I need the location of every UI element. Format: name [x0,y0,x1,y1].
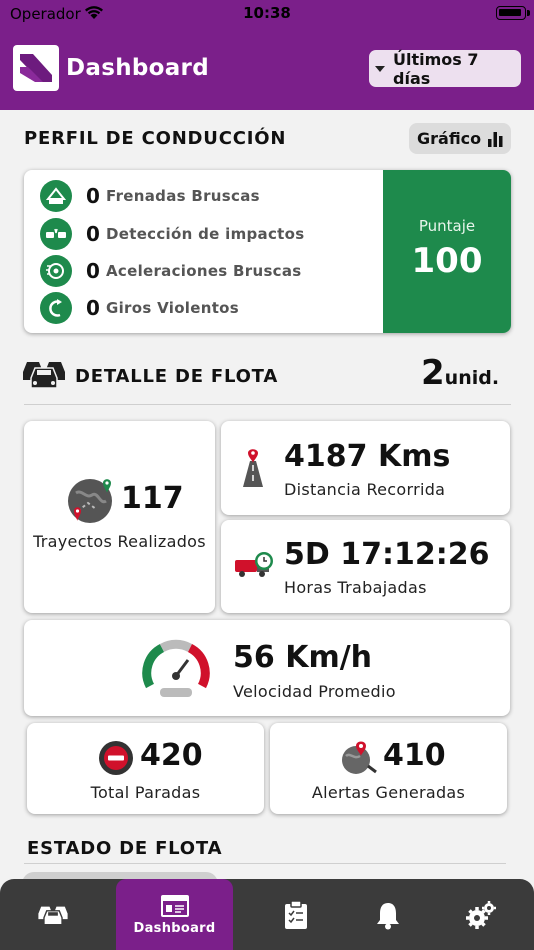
impact-count: 0 [86,222,100,246]
divider [24,404,511,405]
battery-icon [496,6,526,20]
profile-row-acceleration: 0 Aceleraciones Bruscas [40,254,302,288]
profile-row-impact: 0 Detección de impactos [40,217,304,251]
graph-button[interactable]: Gráfico [409,123,511,154]
score-label: Puntaje [418,217,476,235]
period-dropdown[interactable]: Últimos 7 días [369,49,521,88]
road-pin-icon [243,449,263,487]
hard-braking-label: Frenadas Bruscas [106,187,260,205]
clock: 10:38 [243,4,291,22]
sharp-turn-label: Giros Violentos [106,299,239,317]
distance-card[interactable]: 4187 Kms Distancia Recorrida [221,421,510,515]
sharp-turn-icon [40,292,72,324]
impact-detection-icon [40,218,72,250]
profile-row-hard-braking: 0 Frenadas Bruscas [40,179,260,213]
stops-label: Total Paradas [90,783,201,802]
speed-card[interactable]: 56 Km/h Velocidad Promedio [24,620,510,716]
acceleration-label: Aceleraciones Bruscas [106,262,302,280]
tab-notifications[interactable] [343,879,433,950]
trips-value: 117 [121,481,184,516]
impact-label: Detección de impactos [106,225,305,243]
hours-value: 5D 17:12:26 [284,537,490,572]
alerts-label: Alertas Generadas [311,783,466,802]
hard-braking-count: 0 [86,184,100,208]
units-number: 2 [421,353,445,393]
stop-sign-icon [99,741,133,775]
fleet-status-title: ESTADO DE FLOTA [27,838,223,859]
stops-card[interactable]: 420 Total Paradas [27,723,264,814]
fleet-icon [38,906,68,925]
tab-dashboard[interactable]: Dashboard [116,879,233,950]
tab-settings[interactable] [436,879,526,950]
speedometer-icon [142,639,210,697]
driving-profile-card: 0 Frenadas Bruscas 0 Detección de impact… [24,170,511,333]
page-title: Dashboard [66,55,209,81]
bell-icon [377,902,399,929]
dashboard-icon [160,894,189,917]
units-suffix: unid. [444,367,500,389]
period-label: Últimos 7 días [393,49,479,88]
stops-value: 420 [140,738,203,773]
alerts-value: 410 [383,738,446,773]
fleet-detail-title: DETALLE DE FLOTA [75,366,279,387]
graph-button-label: Gráfico [417,129,482,148]
score-value: 100 [411,241,483,281]
route-map-icon [68,479,112,523]
tab-checklist[interactable] [251,879,341,950]
driving-profile-title: PERFIL DE CONDUCCIÓN [24,128,287,149]
speed-value: 56 Km/h [233,640,373,675]
truck-clock-icon [235,552,273,577]
hours-card[interactable]: 5D 17:12:26 Horas Trabajadas [221,520,510,613]
score-box: Puntaje 100 [383,170,511,333]
checklist-icon [285,899,307,929]
hours-label: Horas Trabajadas [284,578,427,597]
location-alert-icon [342,741,377,774]
caret-down-icon [375,65,385,72]
profile-row-sharp-turn: 0 Giros Violentos [40,291,239,325]
hard-braking-icon [40,180,72,212]
app-header: Operador 10:38 Dashboard Últimos 7 días [0,0,534,110]
app-logo [13,45,59,91]
status-bar: Operador 10:38 [0,0,534,30]
trips-label: Trayectos Realizados [33,532,206,551]
units-count: 2unid. [421,353,499,393]
bar-chart-icon [488,131,503,147]
sharp-turn-count: 0 [86,296,100,320]
alerts-card[interactable]: 410 Alertas Generadas [270,723,507,814]
distance-value: 4187 Kms [284,439,451,474]
hard-acceleration-icon [40,255,72,287]
settings-icon [466,900,496,929]
tab-fleet[interactable] [8,879,98,950]
acceleration-count: 0 [86,259,100,283]
bottom-tab-bar: Dashboard [0,879,534,950]
tab-dashboard-label: Dashboard [133,920,216,936]
speed-label: Velocidad Promedio [233,682,396,701]
fleet-icon [23,362,65,389]
trips-card[interactable]: 117 Trayectos Realizados [24,421,215,613]
distance-label: Distancia Recorrida [284,480,446,499]
divider [24,863,506,864]
